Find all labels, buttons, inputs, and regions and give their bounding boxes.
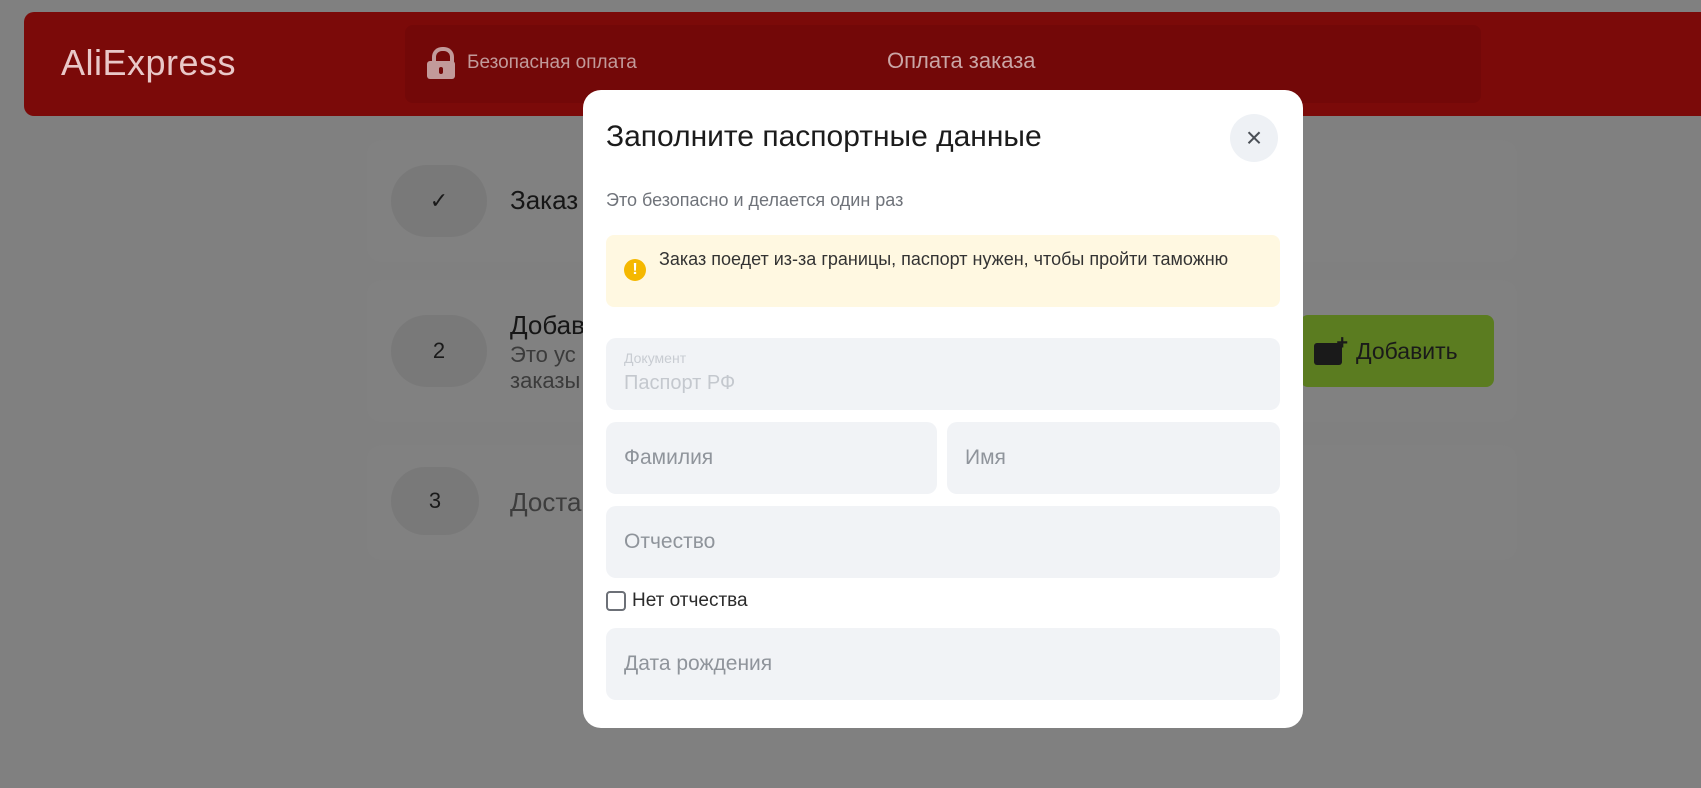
- secure-payment: Безопасная оплата: [427, 47, 637, 79]
- passport-modal: Заполните паспортные данные × Это безопа…: [583, 90, 1303, 728]
- add-button-label: Добавить: [1356, 337, 1458, 364]
- step-title-3: Доста: [510, 487, 582, 517]
- close-icon[interactable]: ×: [1230, 114, 1278, 162]
- customs-notice: ! Заказ поедет из-за границы, паспорт ну…: [606, 235, 1280, 307]
- no-middle-name-label[interactable]: Нет отчества: [632, 590, 748, 612]
- step-marker-2: 2: [391, 315, 487, 387]
- no-middle-name-checkbox[interactable]: [606, 591, 626, 611]
- aliexpress-logo[interactable]: AliExpress: [61, 42, 236, 84]
- last-name-field[interactable]: Фамилия: [606, 422, 937, 494]
- page-title: Оплата заказа: [887, 48, 1036, 73]
- middle-name-field[interactable]: Отчество: [606, 506, 1280, 578]
- info-icon: !: [624, 259, 646, 281]
- secure-payment-label: Безопасная оплата: [467, 52, 637, 73]
- last-name-placeholder: Фамилия: [624, 446, 714, 469]
- add-card-icon: +: [1314, 333, 1348, 367]
- step-marker-1: ✓: [391, 165, 487, 237]
- step-marker-3: 3: [391, 467, 479, 535]
- birth-date-field[interactable]: Дата рождения: [606, 628, 1280, 700]
- lock-icon: [427, 47, 455, 79]
- middle-name-placeholder: Отчество: [624, 530, 716, 553]
- birth-date-placeholder: Дата рождения: [624, 652, 773, 675]
- notice-text: Заказ поедет из-за границы, паспорт нуже…: [659, 249, 1229, 269]
- first-name-field[interactable]: Имя: [947, 422, 1280, 494]
- document-value: Паспорт РФ: [624, 372, 736, 394]
- first-name-placeholder: Имя: [965, 446, 1006, 469]
- step-title-2: Добав: [510, 310, 585, 340]
- add-passport-button[interactable]: + Добавить: [1300, 315, 1494, 387]
- document-label: Документ: [624, 350, 687, 366]
- modal-subtitle: Это безопасно и делается один раз: [606, 190, 904, 210]
- modal-title: Заполните паспортные данные: [606, 120, 1042, 153]
- no-middle-name-row[interactable]: Нет отчества: [606, 590, 748, 612]
- step-title-1: Заказ: [510, 185, 579, 215]
- document-select[interactable]: Документ Паспорт РФ: [606, 338, 1280, 410]
